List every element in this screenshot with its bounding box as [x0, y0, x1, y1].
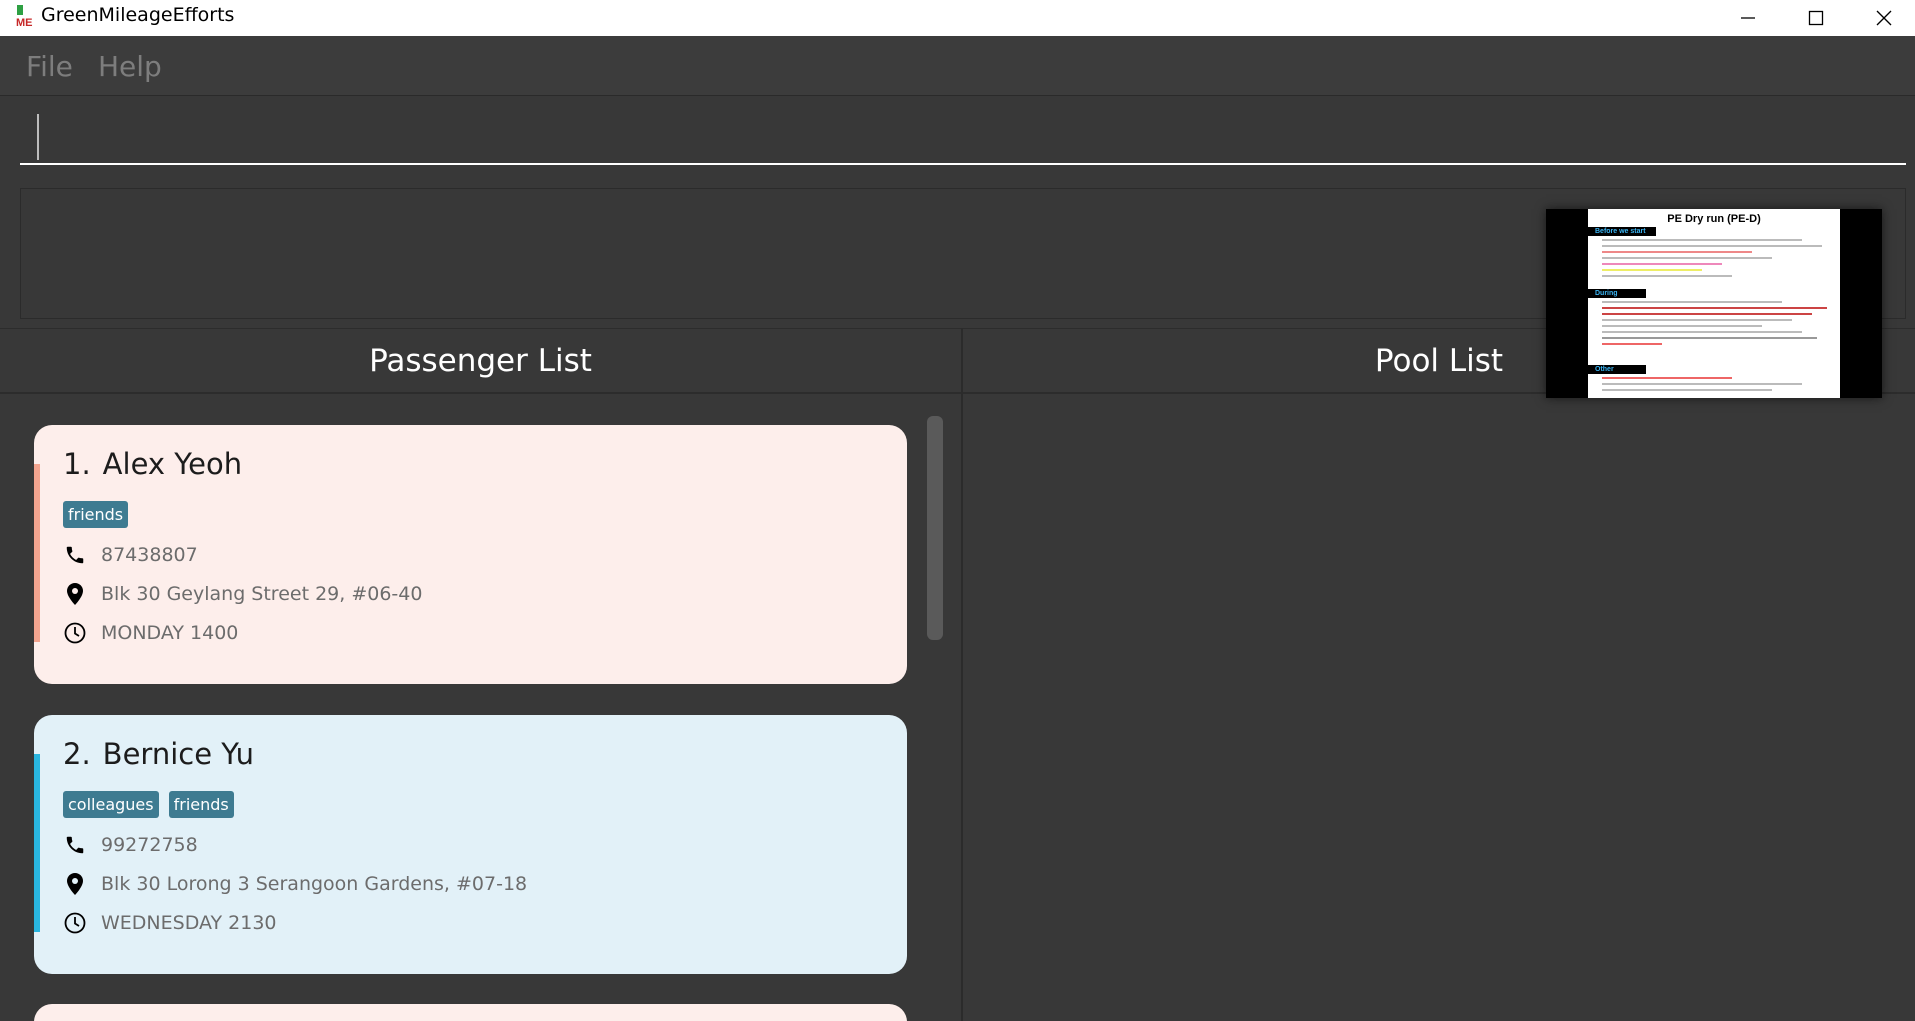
location-pin-icon [63, 582, 87, 606]
command-box [0, 97, 1915, 177]
slide-text-line [1602, 377, 1732, 379]
slide-text-line [1602, 301, 1782, 303]
slide-text-line [1602, 337, 1817, 339]
window-title: GreenMileageEfforts [41, 4, 235, 26]
passenger-list-header: Passenger List [369, 343, 592, 379]
slide-text-line [1602, 245, 1822, 247]
passenger-name: 2. Bernice Yu [63, 737, 254, 771]
tag: colleagues [63, 791, 159, 818]
passenger-name-text: Bernice Yu [102, 737, 255, 771]
close-button[interactable] [1850, 0, 1915, 36]
text-caret [37, 114, 39, 160]
address-row: Blk 30 Geylang Street 29, #06-40 [63, 582, 422, 606]
card-accent-bar [34, 464, 40, 642]
slide-section: Other [1588, 365, 1646, 374]
slide-text-line [1602, 389, 1772, 391]
address: Blk 30 Lorong 3 Serangoon Gardens, #07-1… [101, 873, 528, 895]
pool-list[interactable] [963, 394, 1915, 1021]
passenger-index: 1. [63, 447, 91, 481]
app-logo-icon: ME [16, 5, 36, 29]
tag-list: friends [63, 501, 129, 528]
clock-icon [63, 621, 87, 645]
passenger-card[interactable] [34, 1004, 907, 1021]
slide-title: PE Dry run (PE-D) [1667, 213, 1761, 225]
address: Blk 30 Geylang Street 29, #06-40 [101, 583, 423, 605]
menu-file[interactable]: File [26, 50, 73, 83]
passenger-name-text: Alex Yeoh [102, 447, 243, 481]
tag: friends [168, 791, 234, 818]
passenger-name: 1. Alex Yeoh [63, 447, 242, 481]
slide-text-line [1602, 257, 1772, 259]
slide-text-line [1602, 319, 1792, 321]
slide-text-line [1602, 383, 1802, 385]
slide-text-line [1602, 331, 1802, 333]
card-accent-bar [34, 754, 40, 932]
minimize-button[interactable] [1714, 0, 1782, 36]
slide-section: Before we start [1588, 227, 1656, 236]
tag-list: colleagues friends [63, 791, 234, 818]
time: WEDNESDAY 2130 [101, 912, 277, 934]
slide-text-line [1602, 275, 1732, 277]
passenger-card[interactable]: 2. Bernice Yu colleagues friends 99272758… [34, 715, 907, 974]
slide-text-line [1602, 343, 1662, 345]
phone-number: 99272758 [101, 834, 198, 856]
slide-text-line [1602, 307, 1827, 309]
slide-preview-popup[interactable]: PE Dry run (PE-D) Before we start During… [1546, 209, 1882, 398]
window-title-bar: ME GreenMileageEfforts [0, 0, 1915, 36]
passenger-list[interactable]: 1. Alex Yeoh friends 87438807 Blk 30 Geyl… [0, 394, 961, 1021]
command-input[interactable] [20, 109, 1906, 165]
slide-thumbnail: PE Dry run (PE-D) Before we start During… [1588, 209, 1840, 398]
time: MONDAY 1400 [101, 622, 239, 644]
slide-text-line [1602, 239, 1802, 241]
phone-row: 99272758 [63, 833, 198, 857]
slide-text-line [1602, 269, 1702, 271]
clock-icon [63, 911, 87, 935]
time-row: WEDNESDAY 2130 [63, 911, 277, 935]
slide-section: During [1588, 289, 1646, 298]
address-row: Blk 30 Lorong 3 Serangoon Gardens, #07-1… [63, 872, 527, 896]
phone-row: 87438807 [63, 543, 198, 567]
maximize-button[interactable] [1782, 0, 1850, 36]
slide-text-line [1602, 251, 1752, 253]
phone-icon [63, 833, 87, 857]
location-pin-icon [63, 872, 87, 896]
phone-number: 87438807 [101, 544, 198, 566]
menu-bar: File Help [0, 36, 1915, 96]
menu-help[interactable]: Help [98, 50, 162, 83]
passenger-list-scrollbar[interactable] [927, 416, 943, 640]
phone-icon [63, 543, 87, 567]
slide-text-line [1602, 313, 1812, 315]
svg-text:ME: ME [16, 17, 33, 27]
slide-text-line [1602, 325, 1762, 327]
tag: friends [63, 501, 129, 528]
passenger-index: 2. [63, 737, 91, 771]
slide-text-line [1602, 263, 1722, 265]
time-row: MONDAY 1400 [63, 621, 238, 645]
passenger-card[interactable]: 1. Alex Yeoh friends 87438807 Blk 30 Geyl… [34, 425, 907, 684]
